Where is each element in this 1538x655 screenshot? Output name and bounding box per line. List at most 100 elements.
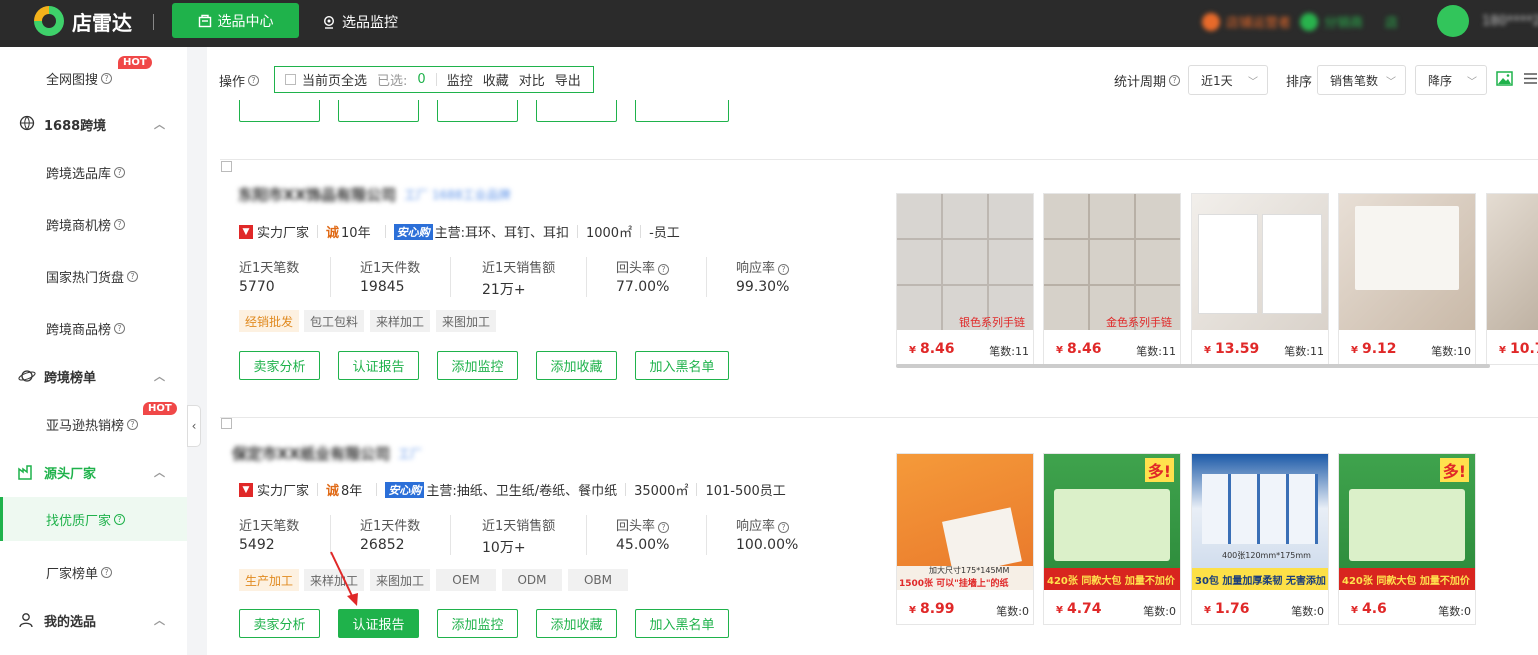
- select-all-label[interactable]: 当前页全选: [302, 70, 367, 89]
- product-card[interactable]: 银色系列手链 ¥8.46 笔数:11: [896, 193, 1034, 365]
- sidebar-item-find-factory[interactable]: 找优质厂家?: [0, 497, 187, 541]
- batch-monitor-action[interactable]: 监控: [447, 70, 473, 89]
- product-card[interactable]: 多! 420张 同款大包 加量不加价 ¥4.74 笔数:0: [1043, 453, 1181, 625]
- top-right-distributor[interactable]: 分销商 店: [1300, 12, 1398, 31]
- red-arrow-icon: [330, 551, 358, 606]
- help-icon: ?: [248, 75, 260, 86]
- product-image[interactable]: 加大尺寸175*145MM 1500张 可以"挂墙上"的纸: [897, 454, 1033, 590]
- stat-revenue: 近1天销售额 10万+: [482, 515, 555, 557]
- currency-symbol: ¥: [909, 345, 916, 356]
- sidebar-item-label: 全网图搜: [46, 72, 99, 88]
- product-card[interactable]: ¥13.59 笔数:11: [1191, 193, 1329, 365]
- top-right-label: 分销商: [1324, 16, 1364, 31]
- add-favorite-button[interactable]: 添加收藏: [536, 351, 617, 380]
- service-tag: 来图加工: [436, 310, 496, 332]
- product-scrollbar[interactable]: [896, 364, 1490, 368]
- product-card[interactable]: 多! 420张 同款大包 加量不加价 ¥4.6 笔数:0: [1338, 453, 1476, 625]
- add-blacklist-button[interactable]: 加入黑名单: [635, 351, 729, 380]
- sidebar-item-amazon-hot[interactable]: 亚马逊热销榜? HOT: [0, 402, 187, 437]
- product-card[interactable]: 400张120mm*175mm 30包 加量加厚柔韧 无害添加 ¥1.76 笔数…: [1191, 453, 1329, 625]
- service-tag: 经销批发: [239, 310, 299, 332]
- stat-label: 回头率: [616, 261, 656, 276]
- ops-label-text: 操作: [219, 75, 246, 90]
- factory-name-row[interactable]: 保定市XX纸业有限公司 工厂: [232, 443, 422, 464]
- sidebar-group-my-selection[interactable]: 我的选品 ︿: [0, 607, 187, 633]
- sidebar-item-label: 跨境商品榜: [46, 322, 112, 338]
- add-monitor-button[interactable]: 添加监控: [437, 609, 518, 638]
- factory-checkbox[interactable]: [221, 161, 232, 172]
- help-icon: ?: [127, 418, 139, 430]
- factory-tags: 工厂: [398, 447, 423, 461]
- sidebar-item-image-search[interactable]: 全网图搜? HOT: [0, 56, 187, 91]
- product-image[interactable]: 多! 420张 同款大包 加量不加价: [1339, 454, 1475, 590]
- select-all-checkbox[interactable]: [285, 74, 296, 85]
- logo[interactable]: 店雷达: [34, 6, 132, 36]
- list-view-icon[interactable]: [1523, 71, 1538, 86]
- main-label: 主营:: [434, 226, 465, 241]
- nav-selection-monitor[interactable]: 选品监控: [322, 12, 398, 32]
- product-image[interactable]: 金色系列手链: [1044, 194, 1180, 330]
- divider: [330, 257, 331, 297]
- factory-name-row[interactable]: 东阳市XX饰品有限公司 工厂 1688工业品牌: [238, 184, 511, 205]
- product-card[interactable]: ¥9.12 笔数:10: [1338, 193, 1476, 365]
- product-card[interactable]: 加大尺寸175*145MM 1500张 可以"挂墙上"的纸 ¥8.99 笔数:0: [896, 453, 1034, 625]
- batch-favorite-action[interactable]: 收藏: [483, 70, 509, 89]
- stat-value: 45.00%: [616, 537, 670, 553]
- cert-report-button[interactable]: 认证报告: [338, 609, 419, 638]
- sidebar-item-cross-border-library[interactable]: 跨境选品库?: [0, 159, 187, 185]
- user-name[interactable]: 180****2: [1482, 14, 1538, 29]
- top-right-label: 店铺运营者: [1226, 16, 1292, 31]
- help-icon: ?: [114, 322, 126, 334]
- product-image[interactable]: 多! 420张 同款大包 加量不加价: [1044, 454, 1180, 590]
- product-image[interactable]: [1192, 194, 1328, 330]
- period-label-text: 统计周期: [1114, 75, 1167, 90]
- sidebar-item-factory-rank[interactable]: 厂家榜单?: [0, 559, 187, 585]
- nav-selection-center[interactable]: 选品中心: [172, 3, 299, 38]
- add-monitor-button[interactable]: 添加监控: [437, 351, 518, 380]
- stat-orders: 近1天笔数 5770: [239, 257, 299, 295]
- sidebar-item-label: 跨境选品库: [46, 166, 112, 182]
- factory-tags: 工厂 1688工业品牌: [404, 188, 511, 202]
- factory-name[interactable]: 保定市XX纸业有限公司: [232, 443, 390, 464]
- sidebar-group-cross-border-rank[interactable]: 跨境榜单 ︿: [0, 363, 187, 389]
- sidebar-group-source-factory[interactable]: 源头厂家 ︿: [0, 459, 187, 485]
- seller-analysis-button[interactable]: 卖家分析: [239, 609, 320, 638]
- divider: [696, 483, 698, 496]
- stat-value: 10万+: [482, 540, 526, 556]
- seller-analysis-button[interactable]: 卖家分析: [239, 351, 320, 380]
- avatar[interactable]: [1437, 5, 1469, 37]
- divider: [376, 483, 378, 496]
- sidebar-collapse-button[interactable]: ‹: [187, 405, 201, 447]
- add-blacklist-button[interactable]: 加入黑名单: [635, 609, 729, 638]
- hot-badge: HOT: [118, 56, 152, 69]
- sidebar-item-opportunity-rank[interactable]: 跨境商机榜?: [0, 211, 187, 237]
- stat-label: 近1天销售额: [482, 261, 556, 276]
- price-value: 10.7: [1509, 341, 1538, 357]
- product-image[interactable]: 400张120mm*175mm 30包 加量加厚柔韧 无害添加: [1192, 454, 1328, 590]
- sidebar-item-product-rank[interactable]: 跨境商品榜?: [0, 315, 187, 341]
- stat-label: 近1天销售额: [482, 519, 556, 534]
- factory-name[interactable]: 东阳市XX饰品有限公司: [238, 184, 396, 205]
- product-card[interactable]: ¥10.7: [1486, 193, 1538, 365]
- chevron-down-icon: ﹀: [1248, 76, 1258, 88]
- divider: [640, 225, 642, 238]
- grid-view-icon[interactable]: [1496, 71, 1513, 86]
- sort-select[interactable]: 销售笔数 ﹀: [1317, 65, 1406, 95]
- period-select[interactable]: 近1天 ﹀: [1188, 65, 1268, 95]
- top-right-shop[interactable]: 店铺运营者: [1202, 12, 1291, 31]
- order-select[interactable]: 降序 ﹀: [1415, 65, 1487, 95]
- cert-report-button[interactable]: 认证报告: [338, 351, 419, 380]
- product-image[interactable]: [1487, 194, 1538, 330]
- help-icon: ?: [114, 513, 126, 525]
- sidebar-item-label: 跨境商机榜: [46, 218, 112, 234]
- cheng-icon: 诚: [326, 226, 340, 241]
- sidebar-group-1688[interactable]: 1688跨境 ︿: [0, 111, 187, 137]
- sidebar-item-hot-country[interactable]: 国家热门货盘?: [0, 263, 187, 289]
- product-card[interactable]: 金色系列手链 ¥8.46 笔数:11: [1043, 193, 1181, 365]
- batch-compare-action[interactable]: 对比: [519, 70, 545, 89]
- product-image[interactable]: 银色系列手链: [897, 194, 1033, 330]
- batch-export-action[interactable]: 导出: [555, 70, 581, 89]
- add-favorite-button[interactable]: 添加收藏: [536, 609, 617, 638]
- product-image[interactable]: [1339, 194, 1475, 330]
- factory-checkbox[interactable]: [221, 418, 232, 429]
